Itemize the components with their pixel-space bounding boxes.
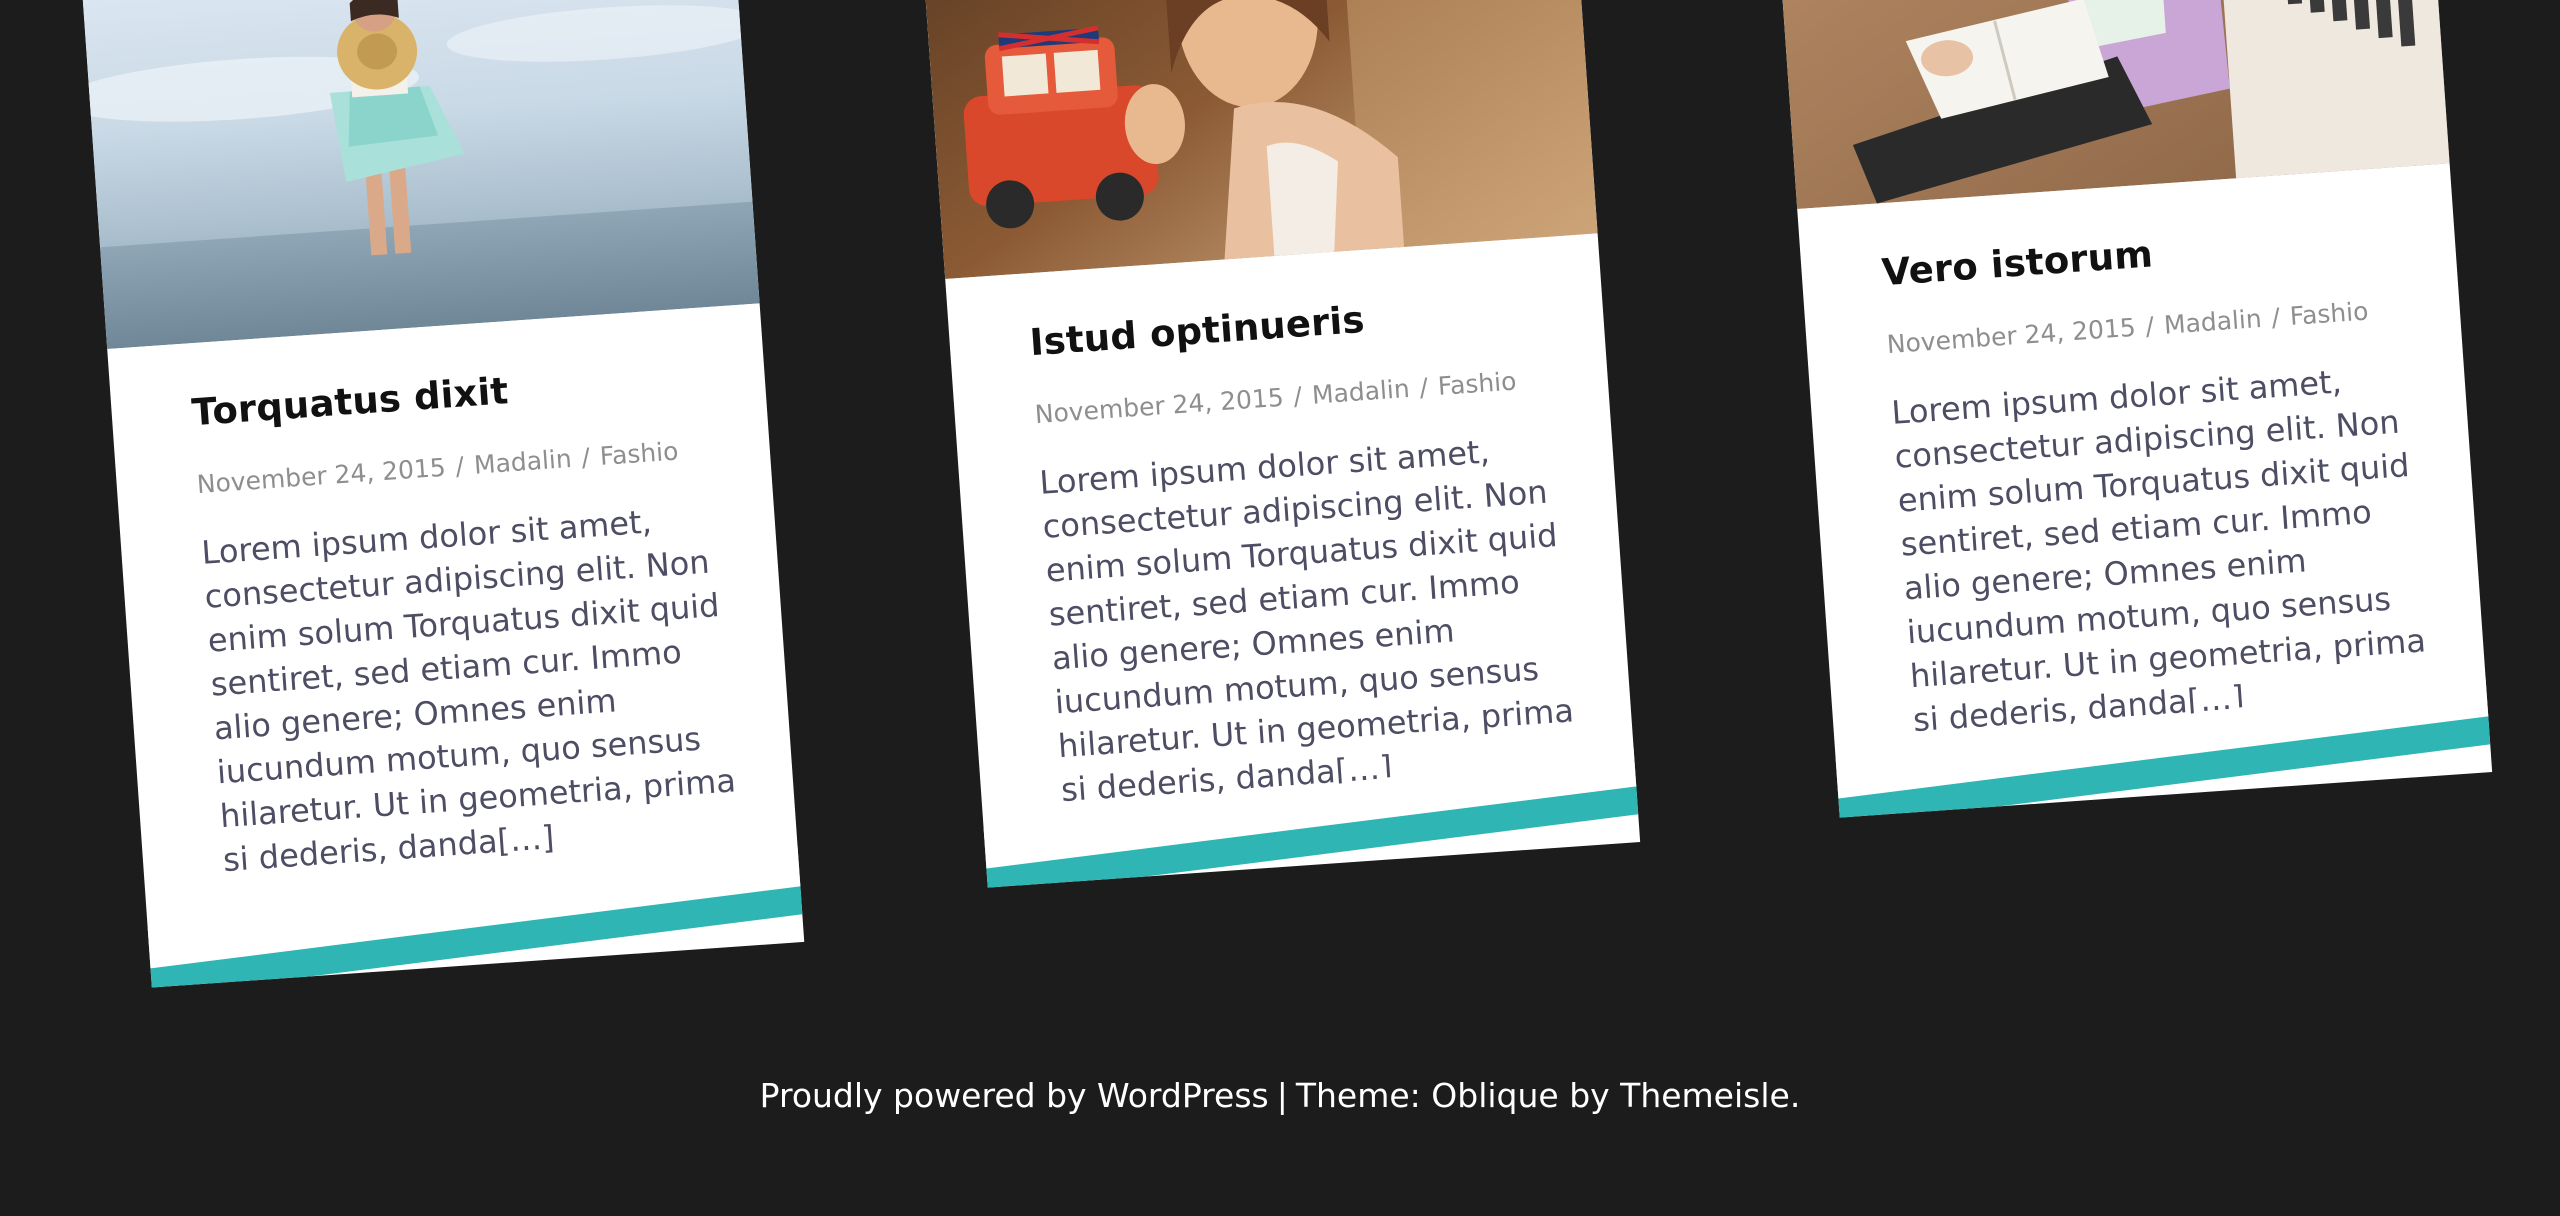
post-title[interactable]: Torquatus dixit [190,355,710,434]
post-thumbnail[interactable] [918,0,1598,280]
post-thumbnail[interactable] [1770,0,2450,210]
post-category[interactable]: Fashio [1437,366,1517,400]
themeisle-link[interactable]: Themeisle [1620,1076,1790,1115]
post-date[interactable]: November 24, 2015 [1034,383,1285,429]
wordpress-link[interactable]: WordPress [1097,1076,1269,1115]
footer-powered-text: Proudly powered by [759,1076,1098,1115]
meta-separator: / [580,442,591,473]
post-author[interactable]: Madalin [1311,374,1411,410]
post-thumbnail-image [1770,0,2450,210]
meta-separator: / [2270,302,2281,333]
footer-separator: | [1276,1076,1288,1115]
post-category[interactable]: Fashio [599,436,679,470]
post-excerpt: Lorem ipsum dolor sit amet, consectetur … [200,502,737,880]
post-author[interactable]: Madalin [2163,304,2263,340]
post-content: Vero istorum November 24, 2015/Madalin / F… [1880,215,2431,742]
footer-period: . [1789,1076,1801,1115]
site-footer: Proudly powered by WordPress | Theme: Obli… [0,1076,2560,1115]
post-card: Istud optinueris November 24, 2015/Madal… [918,0,1641,888]
post-content: Torquatus dixit November 24, 2015/Madali… [190,355,741,882]
meta-separator: / [1418,372,1429,403]
post-content: Istud optinueris November 24, 2015/Madal… [1028,285,1579,812]
post-meta: November 24, 2015/Madalin / Fashio [1034,364,1553,429]
post-author[interactable]: Madalin [473,444,573,480]
post-card: Torquatus dixit November 24, 2015/Madali… [80,0,805,988]
post-thumbnail-image [80,0,760,350]
post-thumbnail-image [918,0,1598,280]
post-title[interactable]: Istud optinueris [1028,285,1548,364]
meta-separator: / [454,451,466,481]
post-meta: November 24, 2015/Madalin / Fashio [1886,294,2405,359]
meta-separator: / [2144,311,2156,341]
post-thumbnail[interactable] [80,0,760,350]
post-excerpt: Lorem ipsum dolor sit amet, consectetur … [1038,432,1575,810]
post-date[interactable]: November 24, 2015 [1886,313,2137,359]
post-category[interactable]: Fashio [2289,296,2369,330]
post-card: Vero istorum November 24, 2015/Madalin / F… [1770,0,2493,818]
post-date[interactable]: November 24, 2015 [196,453,447,499]
footer-theme-text: Theme: Oblique by [1295,1076,1621,1115]
post-title[interactable]: Vero istorum [1880,215,2400,294]
meta-separator: / [1292,381,1304,411]
post-excerpt: Lorem ipsum dolor sit amet, consectetur … [1890,362,2427,740]
post-meta: November 24, 2015/Madalin / Fashio [196,434,715,499]
